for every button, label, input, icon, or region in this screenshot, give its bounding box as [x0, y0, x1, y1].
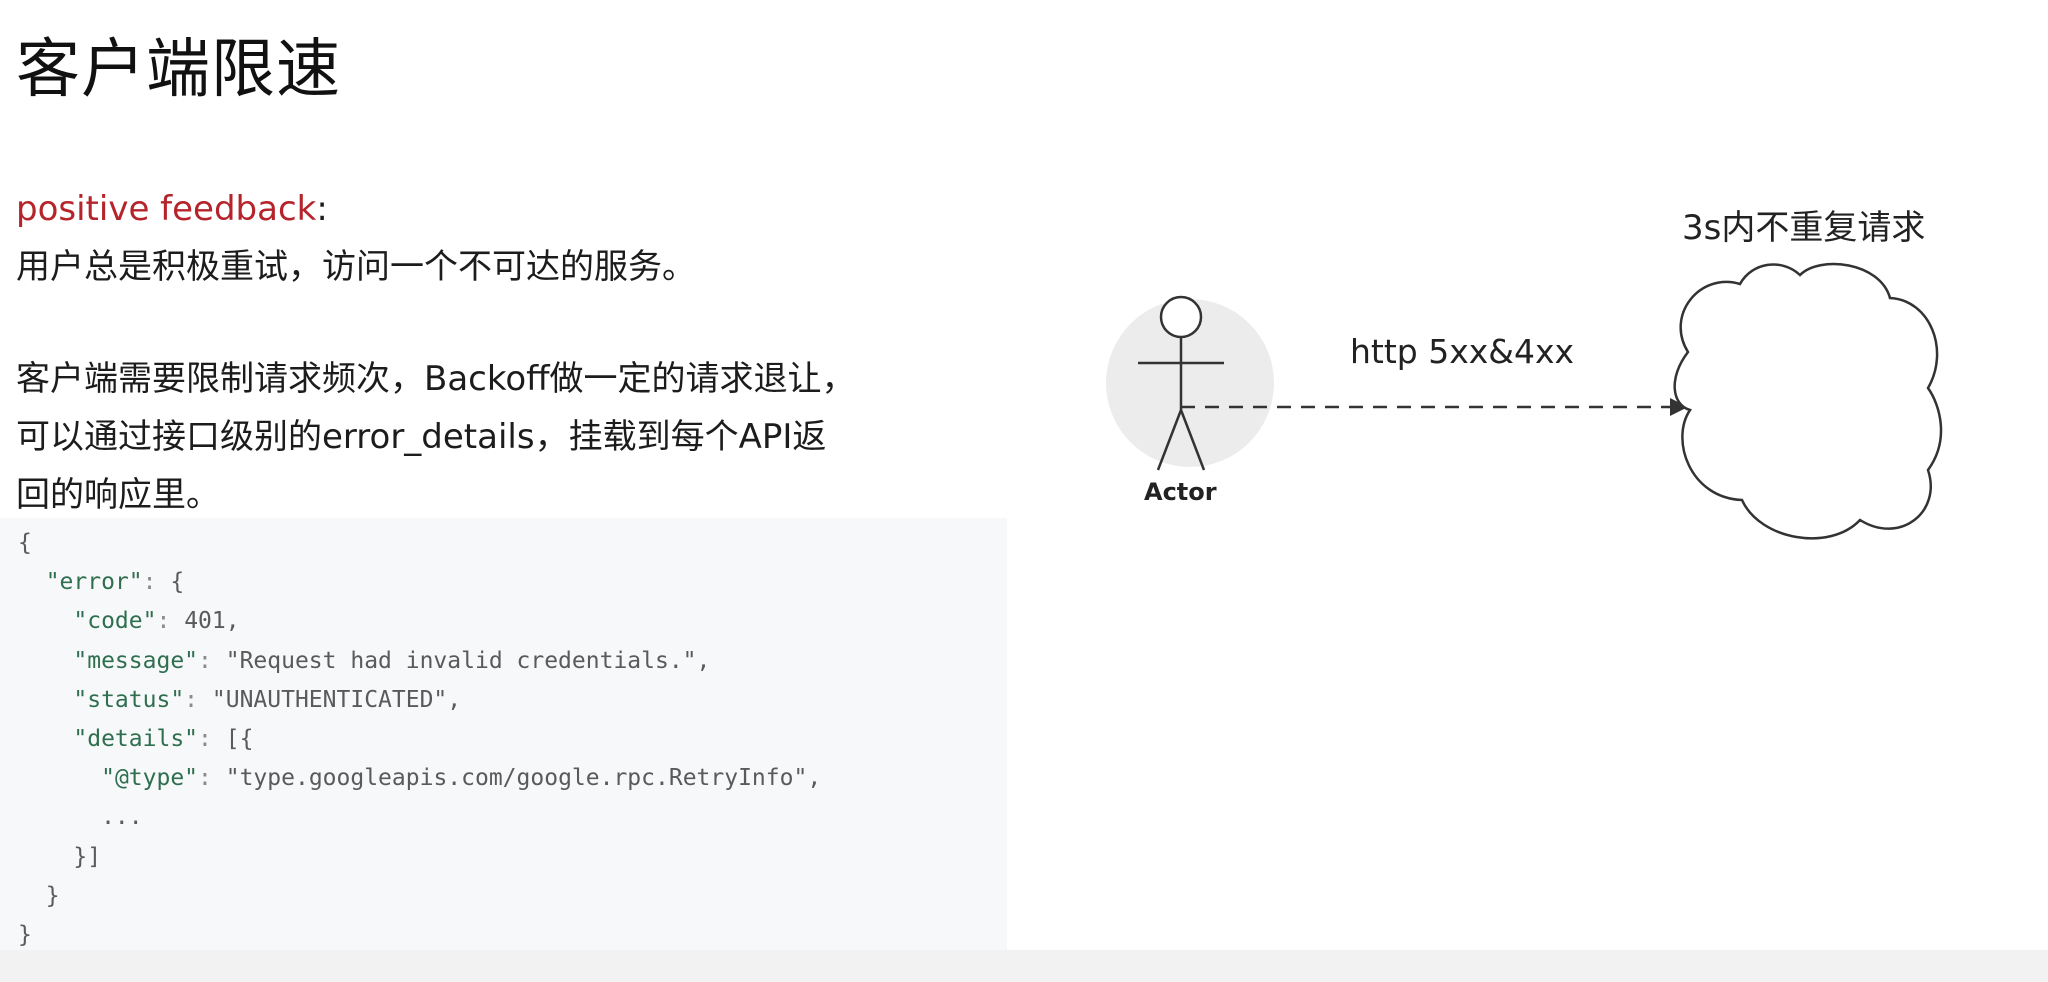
request-diagram: [1106, 262, 1943, 540]
bottom-bar: [0, 950, 2048, 982]
actor-label: Actor: [1144, 478, 1217, 506]
cloud-label: 3s内不重复请求: [1682, 208, 1926, 248]
arrow-label: http 5xx&4xx: [1350, 332, 1575, 371]
service-cloud-icon: [1673, 262, 1943, 540]
